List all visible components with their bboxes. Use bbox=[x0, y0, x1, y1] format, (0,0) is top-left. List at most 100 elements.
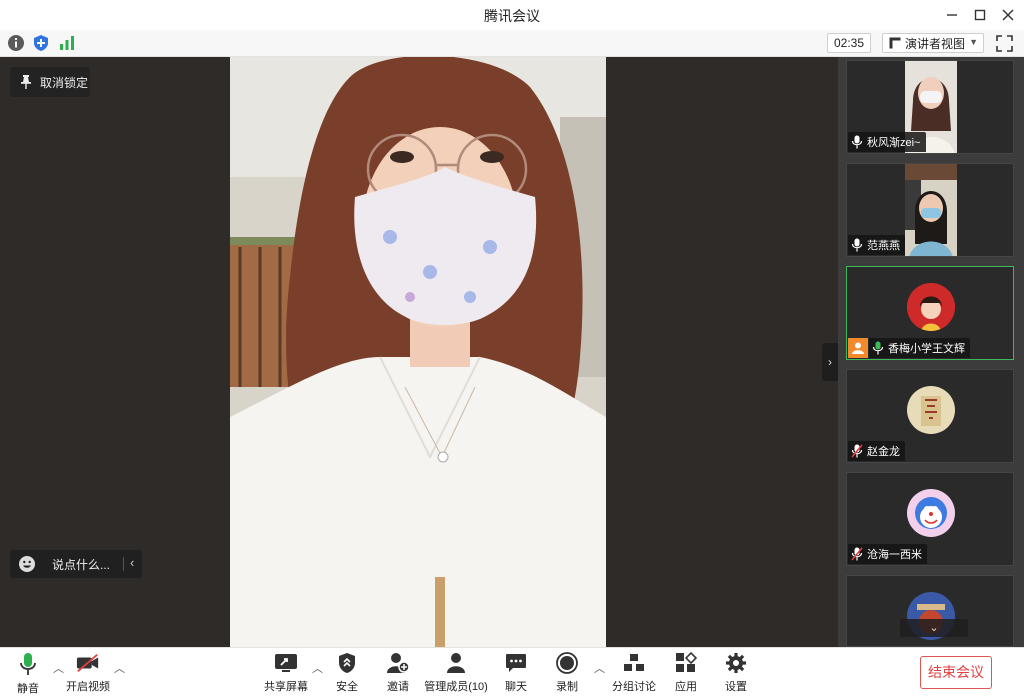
participant-tile[interactable]: 范燕燕 bbox=[846, 163, 1014, 257]
apps-icon bbox=[676, 652, 697, 672]
view-mode-label: 演讲者视图 bbox=[905, 36, 966, 51]
record-icon bbox=[556, 652, 578, 674]
participant-name: 范燕燕 bbox=[867, 240, 900, 252]
invite-user-icon bbox=[387, 653, 409, 673]
chat-placeholder[interactable]: 说点什么... bbox=[52, 556, 110, 573]
host-icon bbox=[852, 342, 864, 354]
chat-input-bar[interactable]: 说点什么... ‹ bbox=[10, 550, 142, 578]
microphone-muted-icon bbox=[851, 444, 863, 458]
network-signal-icon[interactable] bbox=[58, 34, 76, 52]
microphone-active-icon bbox=[872, 341, 884, 355]
avatar-image bbox=[907, 489, 955, 537]
microphone-muted-icon bbox=[851, 547, 863, 561]
info-icon[interactable] bbox=[7, 34, 25, 52]
microphone-icon bbox=[851, 135, 863, 149]
breakout-rooms-button[interactable]: 分组讨论 bbox=[612, 652, 656, 694]
caret-down-icon: ▼ bbox=[969, 37, 978, 47]
pin-icon bbox=[21, 75, 31, 89]
chat-label: 聊天 bbox=[505, 681, 527, 693]
window-title: 腾讯会议 bbox=[484, 8, 540, 24]
settings-label: 设置 bbox=[725, 681, 747, 693]
speaker-view-icon bbox=[889, 37, 901, 49]
end-meeting-button[interactable]: 结束会议 bbox=[920, 656, 992, 689]
view-mode-dropdown[interactable]: 演讲者视图 ▼ bbox=[882, 33, 984, 53]
security-label: 安全 bbox=[336, 681, 358, 693]
avatar-image bbox=[907, 386, 955, 434]
minimize-icon bbox=[947, 14, 957, 16]
breakout-rooms-label: 分组讨论 bbox=[612, 681, 656, 693]
chevron-right-icon: › bbox=[828, 355, 832, 369]
host-badge bbox=[848, 338, 868, 358]
start-video-button[interactable]: 开启视频 bbox=[66, 652, 110, 694]
participant-name-tag: 香梅小学王文辉 bbox=[869, 338, 970, 358]
fullscreen-icon[interactable] bbox=[996, 35, 1013, 52]
participant-tile[interactable]: 赵金龙 bbox=[846, 369, 1014, 463]
mute-button[interactable]: 静音 bbox=[12, 652, 44, 695]
close-button[interactable] bbox=[996, 4, 1020, 26]
close-icon bbox=[1002, 9, 1014, 21]
participant-name-tag: 秋风渐zei~ bbox=[848, 132, 926, 152]
main-video-stage: 取消锁定 说点什么... ‹ › bbox=[0, 57, 838, 647]
settings-button[interactable]: 设置 bbox=[723, 652, 749, 694]
record-button[interactable]: 录制 bbox=[554, 652, 580, 694]
manage-members-label: 管理成员(10) bbox=[424, 681, 488, 693]
participant-panel: 秋风渐zei~ 范燕燕 香梅小学王文辉 赵金龙 沧海一西米 ⌄ bbox=[838, 57, 1024, 647]
chevron-down-icon: ⌄ bbox=[929, 622, 939, 634]
participant-name: 沧海一西米 bbox=[867, 549, 922, 561]
microphone-icon bbox=[851, 238, 863, 252]
shield-icon[interactable] bbox=[32, 34, 50, 52]
apps-button[interactable]: 应用 bbox=[673, 652, 699, 694]
avatar bbox=[907, 283, 955, 331]
unpin-label: 取消锁定 bbox=[40, 75, 89, 90]
participant-tile-active[interactable]: 香梅小学王文辉 bbox=[846, 266, 1014, 360]
speaker-video-frame bbox=[230, 57, 606, 647]
invite-label: 邀请 bbox=[387, 681, 409, 693]
participant-name: 香梅小学王文辉 bbox=[888, 343, 965, 355]
apps-label: 应用 bbox=[675, 681, 697, 693]
participant-name-tag: 范燕燕 bbox=[848, 235, 905, 255]
participant-tile[interactable]: 沧海一西米 bbox=[846, 472, 1014, 566]
maximize-button[interactable] bbox=[968, 4, 992, 26]
share-options-caret-icon[interactable]: ︿ bbox=[312, 660, 323, 676]
scroll-down-button[interactable]: ⌄ bbox=[900, 619, 968, 637]
share-screen-button[interactable]: 共享屏幕 bbox=[264, 652, 308, 694]
share-screen-label: 共享屏幕 bbox=[264, 681, 308, 693]
participant-name-tag: 赵金龙 bbox=[848, 441, 905, 461]
security-shield-icon bbox=[339, 653, 355, 673]
start-video-label: 开启视频 bbox=[66, 681, 110, 693]
avatar bbox=[907, 386, 955, 434]
avatar bbox=[907, 489, 955, 537]
participant-tile[interactable]: 秋风渐zei~ bbox=[846, 60, 1014, 154]
bottom-toolbar: 静音 ︿ 开启视频 ︿ 共享屏幕 ︿ 安全 邀请 管理成员(10) 聊天 录制 … bbox=[0, 647, 1024, 698]
title-bar: 腾讯会议 bbox=[0, 0, 1024, 30]
mute-label: 静音 bbox=[17, 683, 39, 695]
maximize-icon bbox=[974, 9, 986, 21]
record-label: 录制 bbox=[556, 681, 578, 693]
meeting-info-bar: 02:35 演讲者视图 ▼ bbox=[0, 30, 1024, 57]
minimize-button[interactable] bbox=[940, 4, 964, 26]
avatar-image bbox=[907, 283, 955, 331]
speaker-video[interactable] bbox=[230, 57, 606, 647]
members-icon bbox=[447, 653, 465, 673]
participant-name: 赵金龙 bbox=[867, 446, 900, 458]
participant-name-tag: 沧海一西米 bbox=[848, 544, 927, 564]
meeting-timer: 02:35 bbox=[827, 33, 871, 53]
chat-bubble-icon bbox=[506, 654, 526, 672]
mic-options-caret-icon[interactable]: ︿ bbox=[53, 660, 64, 676]
chevron-left-icon[interactable]: ‹ bbox=[130, 555, 134, 570]
invite-button[interactable]: 邀请 bbox=[385, 652, 411, 694]
unpin-button[interactable]: 取消锁定 bbox=[10, 67, 90, 97]
share-screen-icon bbox=[275, 654, 297, 672]
manage-members-button[interactable]: 管理成员(10) bbox=[424, 652, 488, 694]
video-off-icon bbox=[76, 653, 99, 673]
security-button[interactable]: 安全 bbox=[334, 652, 360, 694]
video-options-caret-icon[interactable]: ︿ bbox=[114, 660, 125, 676]
chat-button[interactable]: 聊天 bbox=[503, 652, 529, 694]
emoji-icon[interactable] bbox=[18, 555, 36, 573]
participant-name: 秋风渐zei~ bbox=[867, 137, 921, 149]
record-options-caret-icon[interactable]: ︿ bbox=[594, 660, 605, 676]
collapse-panel-button[interactable]: › bbox=[822, 343, 838, 381]
breakout-rooms-icon bbox=[624, 654, 644, 671]
microphone-icon bbox=[20, 653, 36, 675]
divider bbox=[123, 557, 124, 571]
